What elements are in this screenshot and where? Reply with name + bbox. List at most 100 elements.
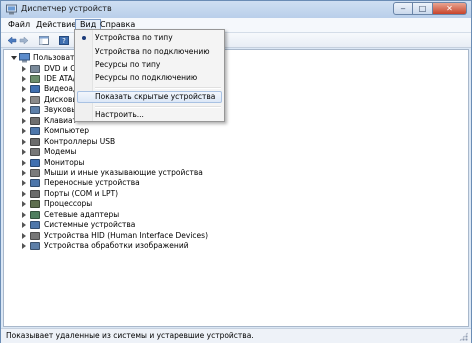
tree-item-label: IDE ATA/ xyxy=(44,73,76,83)
expand-arrow-icon[interactable] xyxy=(22,149,26,156)
menu-file[interactable]: Файл xyxy=(4,19,34,31)
expand-arrow-icon[interactable] xyxy=(22,75,26,82)
expand-arrow-icon[interactable] xyxy=(22,190,26,197)
device-category-icon xyxy=(30,106,40,115)
view-menu-dropdown: Устройства по типу Устройства по подключ… xyxy=(74,29,225,122)
tree-item-label: Переносные устройства xyxy=(44,178,140,188)
expand-arrow-icon[interactable] xyxy=(22,86,26,93)
tree-item-label: Мониторы xyxy=(44,157,85,167)
tree-item[interactable]: Модемы xyxy=(4,147,464,157)
toolbar: ? xyxy=(1,33,471,48)
expand-arrow-icon[interactable] xyxy=(22,211,26,218)
tree-item-label: Сетевые адаптеры xyxy=(44,209,120,219)
expand-arrow-icon[interactable] xyxy=(22,180,26,187)
forward-button[interactable] xyxy=(18,35,29,45)
device-tree-panel[interactable]: Пользователь-ПК DVD и CD IDE ATA/Видеоад Д… xyxy=(3,49,469,327)
device-manager-window: Диспетчер устройств ‒ □ ✕ Файл Действие … xyxy=(0,0,472,343)
back-button[interactable] xyxy=(6,35,17,45)
device-category-icon xyxy=(30,189,40,198)
status-text: Показывает удаленные из системы и устаре… xyxy=(6,331,254,340)
tree-item[interactable]: Компьютер xyxy=(4,126,464,136)
expand-arrow-icon[interactable] xyxy=(22,107,26,114)
expand-arrow-icon[interactable] xyxy=(22,128,26,135)
close-button[interactable]: ✕ xyxy=(433,2,467,15)
tree-item[interactable]: DVD и CD xyxy=(4,64,464,74)
tree-item[interactable]: IDE ATA/ xyxy=(4,74,464,84)
expand-arrow-icon[interactable] xyxy=(22,243,26,250)
menu-item-devices-by-type[interactable]: Устройства по типу xyxy=(77,32,222,44)
menu-item-devices-by-connection[interactable]: Устройства по подключению xyxy=(77,46,222,58)
tree-item-label: Мыши и иные указывающие устройства xyxy=(44,168,203,177)
device-category-icon xyxy=(30,148,40,157)
device-category-icon xyxy=(30,169,40,177)
tree-item-label: Клавиат xyxy=(44,115,77,125)
expand-arrow-icon[interactable] xyxy=(22,222,26,229)
expand-arrow-icon[interactable] xyxy=(22,65,26,72)
device-category-icon xyxy=(30,231,40,240)
forward-arrow-icon xyxy=(19,35,28,45)
help-button[interactable]: ? xyxy=(58,35,69,45)
menu-separator xyxy=(95,106,221,108)
expand-arrow-icon[interactable] xyxy=(22,138,26,145)
tree-item[interactable]: Устройства обработки изображений xyxy=(4,241,464,251)
window-controls: ‒ □ ✕ xyxy=(393,2,467,16)
resize-grip[interactable] xyxy=(459,332,468,341)
tree-item[interactable]: Мониторы xyxy=(4,158,464,168)
menu-item-customize[interactable]: Настроить... xyxy=(77,109,222,121)
status-bar: Показывает удаленные из системы и устаре… xyxy=(1,328,471,343)
tree-item[interactable]: Видеоад xyxy=(4,84,464,94)
device-category-icon xyxy=(30,95,40,104)
device-category-icon xyxy=(30,221,40,230)
back-arrow-icon xyxy=(7,35,16,45)
menu-item-resources-by-connection[interactable]: Ресурсы по подключению xyxy=(77,72,222,84)
device-category-icon xyxy=(30,242,40,251)
minimize-button[interactable]: ‒ xyxy=(393,2,413,15)
tree-item-label: Устройства HID (Human Interface Devices) xyxy=(44,230,208,240)
tree-item[interactable]: Переносные устройства xyxy=(4,178,464,188)
expand-arrow-icon[interactable] xyxy=(22,232,26,239)
device-category-icon xyxy=(30,210,40,219)
maximize-button[interactable]: □ xyxy=(413,2,433,15)
tree-item[interactable]: Дисковы xyxy=(4,95,464,105)
menu-item-show-hidden-devices[interactable]: Показать скрытые устройства xyxy=(77,91,222,103)
expand-arrow-icon[interactable] xyxy=(22,117,26,124)
window-title: Диспетчер устройств xyxy=(21,4,112,13)
device-category-icon xyxy=(30,158,40,167)
expand-arrow-icon[interactable] xyxy=(22,201,26,208)
tree-item[interactable]: Клавиат xyxy=(4,116,464,126)
device-category-icon xyxy=(30,74,40,83)
device-category-icon xyxy=(30,64,40,73)
device-manager-icon xyxy=(6,4,17,15)
menu-separator xyxy=(95,87,221,89)
tree-item-label: Контроллеры USB xyxy=(44,136,116,146)
tree-item[interactable]: Сетевые адаптеры xyxy=(4,210,464,220)
expand-arrow-icon[interactable] xyxy=(22,96,26,103)
tree-item[interactable]: Порты (COM и LPT) xyxy=(4,189,464,199)
tree-item[interactable]: Звуковы xyxy=(4,105,464,115)
tree-item[interactable]: Контроллеры USB xyxy=(4,137,464,147)
collapse-arrow-icon[interactable] xyxy=(11,56,17,60)
menu-bar: Файл Действие Вид Справка xyxy=(1,18,471,33)
title-bar[interactable]: Диспетчер устройств ‒ □ ✕ xyxy=(1,1,471,18)
expand-arrow-icon[interactable] xyxy=(22,170,26,176)
device-category-icon xyxy=(30,200,40,209)
tree-item[interactable]: Системные устройства xyxy=(4,220,464,230)
console-tree-icon xyxy=(38,35,49,45)
tree-item-label: Процессоры xyxy=(44,199,93,209)
device-category-icon xyxy=(30,179,40,188)
tree-item-label: Системные устройства xyxy=(44,220,136,230)
tree-item[interactable]: Мыши и иные указывающие устройства xyxy=(4,168,464,178)
device-category-icon xyxy=(30,127,40,136)
show-hide-console-button[interactable] xyxy=(38,35,49,45)
tree-item[interactable]: Процессоры xyxy=(4,199,464,209)
menu-item-resources-by-type[interactable]: Ресурсы по типу xyxy=(77,59,222,71)
expand-arrow-icon[interactable] xyxy=(22,159,26,166)
device-category-icon xyxy=(30,85,40,94)
tree-item-label: Устройства обработки изображений xyxy=(44,241,189,251)
radio-bullet-icon xyxy=(82,36,86,40)
tree-root[interactable]: Пользователь-ПК xyxy=(4,53,464,63)
svg-text:?: ? xyxy=(62,37,66,45)
tree-item-label: Компьютер xyxy=(44,126,89,136)
tree-item[interactable]: Устройства HID (Human Interface Devices) xyxy=(4,231,464,241)
tree-item-label: Модемы xyxy=(44,147,77,157)
